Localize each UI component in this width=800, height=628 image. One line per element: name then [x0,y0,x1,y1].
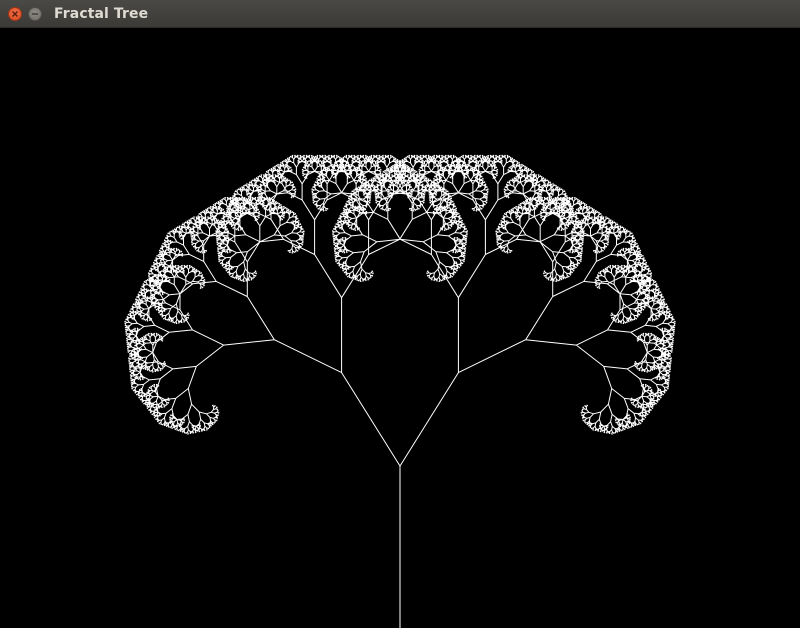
window-title: Fractal Tree [54,6,149,22]
titlebar[interactable]: Fractal Tree [0,0,800,28]
minimize-icon [32,13,38,15]
close-icon [12,11,18,17]
fractal-canvas [0,28,800,628]
close-button[interactable] [8,7,22,21]
tree-branches [124,154,676,628]
minimize-button[interactable] [28,7,42,21]
app-window: Fractal Tree [0,0,800,628]
fractal-tree [124,154,676,628]
